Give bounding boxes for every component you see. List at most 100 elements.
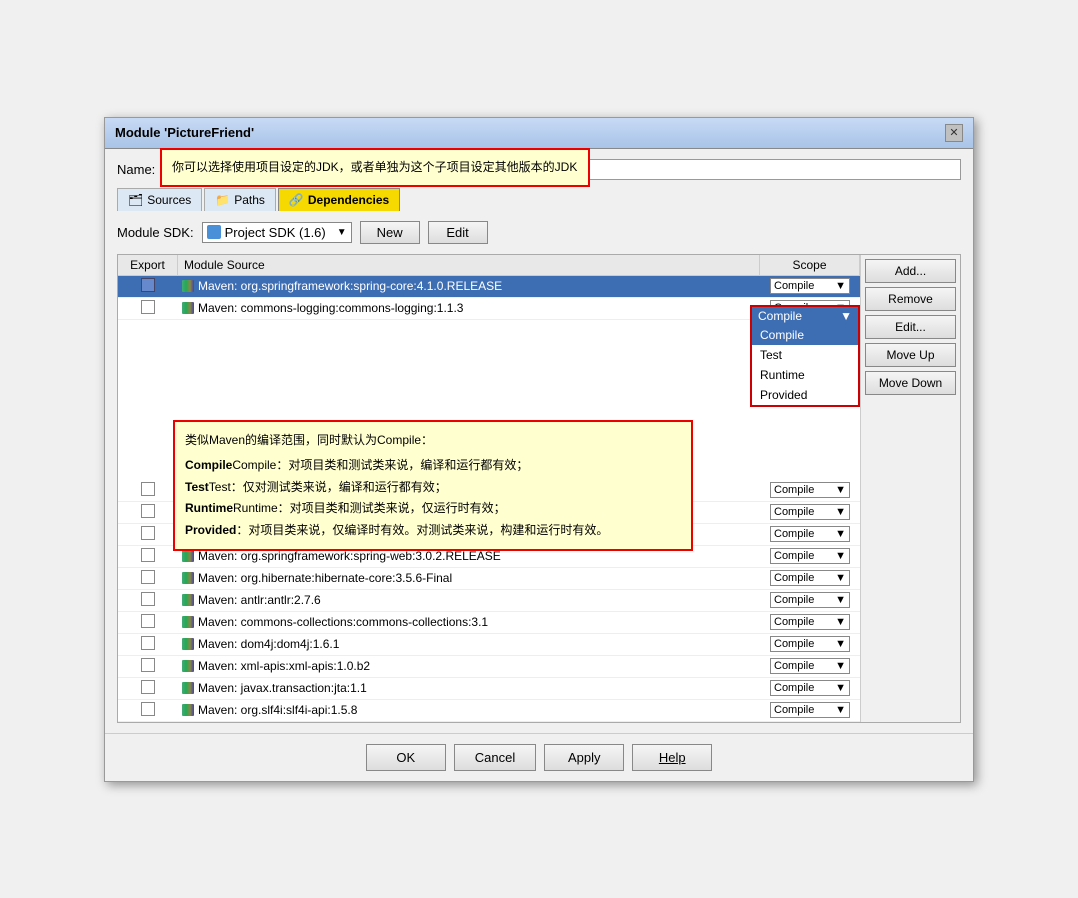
edit-sdk-button[interactable]: Edit (428, 221, 488, 244)
scope-arrow-icon: ▼ (835, 484, 846, 496)
move-up-button[interactable]: Move Up (865, 343, 956, 367)
sdk-value: Project SDK (1.6) (225, 225, 326, 240)
tab-paths[interactable]: 📁 Paths (204, 188, 276, 211)
row-checkbox[interactable] (118, 592, 178, 609)
scope-arrow-icon: ▼ (835, 704, 846, 716)
row-scope[interactable]: Compile▼ (760, 592, 860, 608)
scope-arrow-icon: ▼ (835, 528, 846, 540)
row-checkbox[interactable] (118, 614, 178, 631)
table-row[interactable]: Maven: org.springframework:spring-core:4… (118, 276, 860, 298)
row-checkbox[interactable] (118, 570, 178, 587)
row-name: Maven: org.slf4i:slf4i-api:1.5.8 (178, 701, 760, 719)
table-row[interactable]: Maven: org.hibernate:hibernate-core:3.5.… (118, 568, 860, 590)
row-checkbox[interactable] (118, 658, 178, 675)
row-checkbox[interactable] (118, 636, 178, 653)
tab-paths-label: Paths (234, 193, 265, 207)
table-row[interactable]: Maven: commons-collections:commons-colle… (118, 612, 860, 634)
table-row[interactable]: Maven: xml-apis:xml-apis:1.0.b2 Compile▼ (118, 656, 860, 678)
edit-button[interactable]: Edit... (865, 315, 956, 339)
row-scope[interactable]: Compile▼ (760, 702, 860, 718)
row-checkbox[interactable] (118, 526, 178, 543)
scope-tooltip-line4: RuntimeRuntime：对项目类和测试类来说，仅运行时有效； (185, 498, 681, 520)
scope-dropdown[interactable]: Compile▼ (770, 548, 850, 564)
help-button[interactable]: Help (632, 744, 712, 771)
header-name: Module Source (178, 255, 760, 275)
row-scope[interactable]: Compile▼ (760, 614, 860, 630)
table-row[interactable]: Maven: antlr:antlr:2.7.6 Compile▼ (118, 590, 860, 612)
name-label: Name: (117, 162, 155, 177)
apply-button[interactable]: Apply (544, 744, 624, 771)
row-scope[interactable]: Compile▼ (760, 636, 860, 652)
row-checkbox[interactable] (118, 278, 178, 295)
table-row[interactable]: Maven: org.slf4i:slf4i-api:1.5.8 Compile… (118, 700, 860, 722)
scope-option-provided[interactable]: Provided (752, 385, 858, 405)
row-name: Maven: commons-logging:commons-logging:1… (178, 299, 760, 317)
scope-arrow-icon: ▼ (835, 572, 846, 584)
scope-dropdown[interactable]: Compile▼ (770, 592, 850, 608)
row-scope[interactable]: Compile▼ (760, 482, 860, 498)
row-scope[interactable]: Compile▼ (760, 570, 860, 586)
scope-popup-selected: Compile (758, 309, 802, 323)
maven-icon (182, 550, 194, 562)
maven-icon (182, 572, 194, 584)
row-scope[interactable]: Compile▼ (760, 658, 860, 674)
scope-dropdown[interactable]: Compile▼ (770, 504, 850, 520)
row-name: Maven: dom4j:dom4j:1.6.1 (178, 635, 760, 653)
scope-dropdown[interactable]: Compile▼ (770, 680, 850, 696)
scope-arrow-icon: ▼ (835, 280, 846, 292)
row-checkbox[interactable] (118, 702, 178, 719)
maven-icon (182, 682, 194, 694)
table-row[interactable]: Maven: javax.transaction:jta:1.1 Compile… (118, 678, 860, 700)
right-buttons: Add... Remove Edit... Move Up Move Down (860, 255, 960, 722)
new-button[interactable]: New (360, 221, 420, 244)
tab-sources-label: Sources (147, 193, 191, 207)
scope-arrow-icon: ▼ (835, 682, 846, 694)
module-dialog: Module 'PictureFriend' ✕ Name: 🗂 Sources… (104, 117, 974, 782)
tabs-row: 🗂 Sources 📁 Paths 🔗 Dependencies (117, 188, 961, 211)
sdk-arrow-icon: ▼ (337, 227, 347, 238)
scope-arrow-icon: ▼ (835, 594, 846, 606)
row-checkbox[interactable] (118, 680, 178, 697)
add-button[interactable]: Add... (865, 259, 956, 283)
scope-dropdown[interactable]: Compile▼ (770, 702, 850, 718)
tab-sources[interactable]: 🗂 Sources (117, 188, 202, 211)
scope-dropdown-selected[interactable]: Compile ▼ (770, 278, 850, 294)
scope-tooltip: 类似Maven的编译范围，同时默认为Compile： CompileCompil… (173, 420, 693, 552)
table-row[interactable]: Maven: dom4j:dom4j:1.6.1 Compile▼ (118, 634, 860, 656)
maven-icon (182, 594, 194, 606)
row-scope[interactable]: Compile ▼ (760, 278, 860, 294)
row-scope[interactable]: Compile▼ (760, 680, 860, 696)
row-scope[interactable]: Compile▼ (760, 504, 860, 520)
row-name: Maven: org.springframework:spring-core:4… (178, 277, 760, 295)
scope-option-runtime[interactable]: Runtime (752, 365, 858, 385)
maven-icon (182, 302, 194, 314)
ok-button[interactable]: OK (366, 744, 446, 771)
row-scope[interactable]: Compile▼ (760, 548, 860, 564)
scope-dropdown[interactable]: Compile▼ (770, 482, 850, 498)
remove-button[interactable]: Remove (865, 287, 956, 311)
row-checkbox[interactable] (118, 504, 178, 521)
row-name: Maven: xml-apis:xml-apis:1.0.b2 (178, 657, 760, 675)
row-checkbox[interactable] (118, 548, 178, 565)
sdk-dropdown[interactable]: Project SDK (1.6) ▼ (202, 222, 352, 243)
scope-dropdown[interactable]: Compile▼ (770, 526, 850, 542)
row-checkbox[interactable] (118, 482, 178, 499)
scope-dropdown[interactable]: Compile▼ (770, 570, 850, 586)
scope-arrow-icon: ▼ (835, 660, 846, 672)
row-scope[interactable]: Compile▼ (760, 526, 860, 542)
scope-dropdown[interactable]: Compile▼ (770, 636, 850, 652)
table-row[interactable]: Maven: commons-logging:commons-logging:1… (118, 298, 860, 320)
tab-dependencies[interactable]: 🔗 Dependencies (278, 188, 400, 211)
scope-option-compile[interactable]: Compile (752, 325, 858, 345)
scope-dropdown[interactable]: Compile▼ (770, 614, 850, 630)
main-area: Export Module Source Scope Maven: org.sp… (117, 254, 961, 723)
scope-dropdown[interactable]: Compile▼ (770, 658, 850, 674)
sdk-tooltip-text: 你可以选择使用项目设定的JDK，或者单独为这个子项目设定其他版本的JDK (172, 160, 577, 174)
row-checkbox[interactable] (118, 300, 178, 317)
scope-popup: Compile ▼ Compile Test Runtime Provided (750, 305, 860, 407)
scope-option-test[interactable]: Test (752, 345, 858, 365)
cancel-button[interactable]: Cancel (454, 744, 536, 771)
scope-tooltip-line1: 类似Maven的编译范围，同时默认为Compile： (185, 430, 681, 452)
close-button[interactable]: ✕ (945, 124, 963, 142)
move-down-button[interactable]: Move Down (865, 371, 956, 395)
